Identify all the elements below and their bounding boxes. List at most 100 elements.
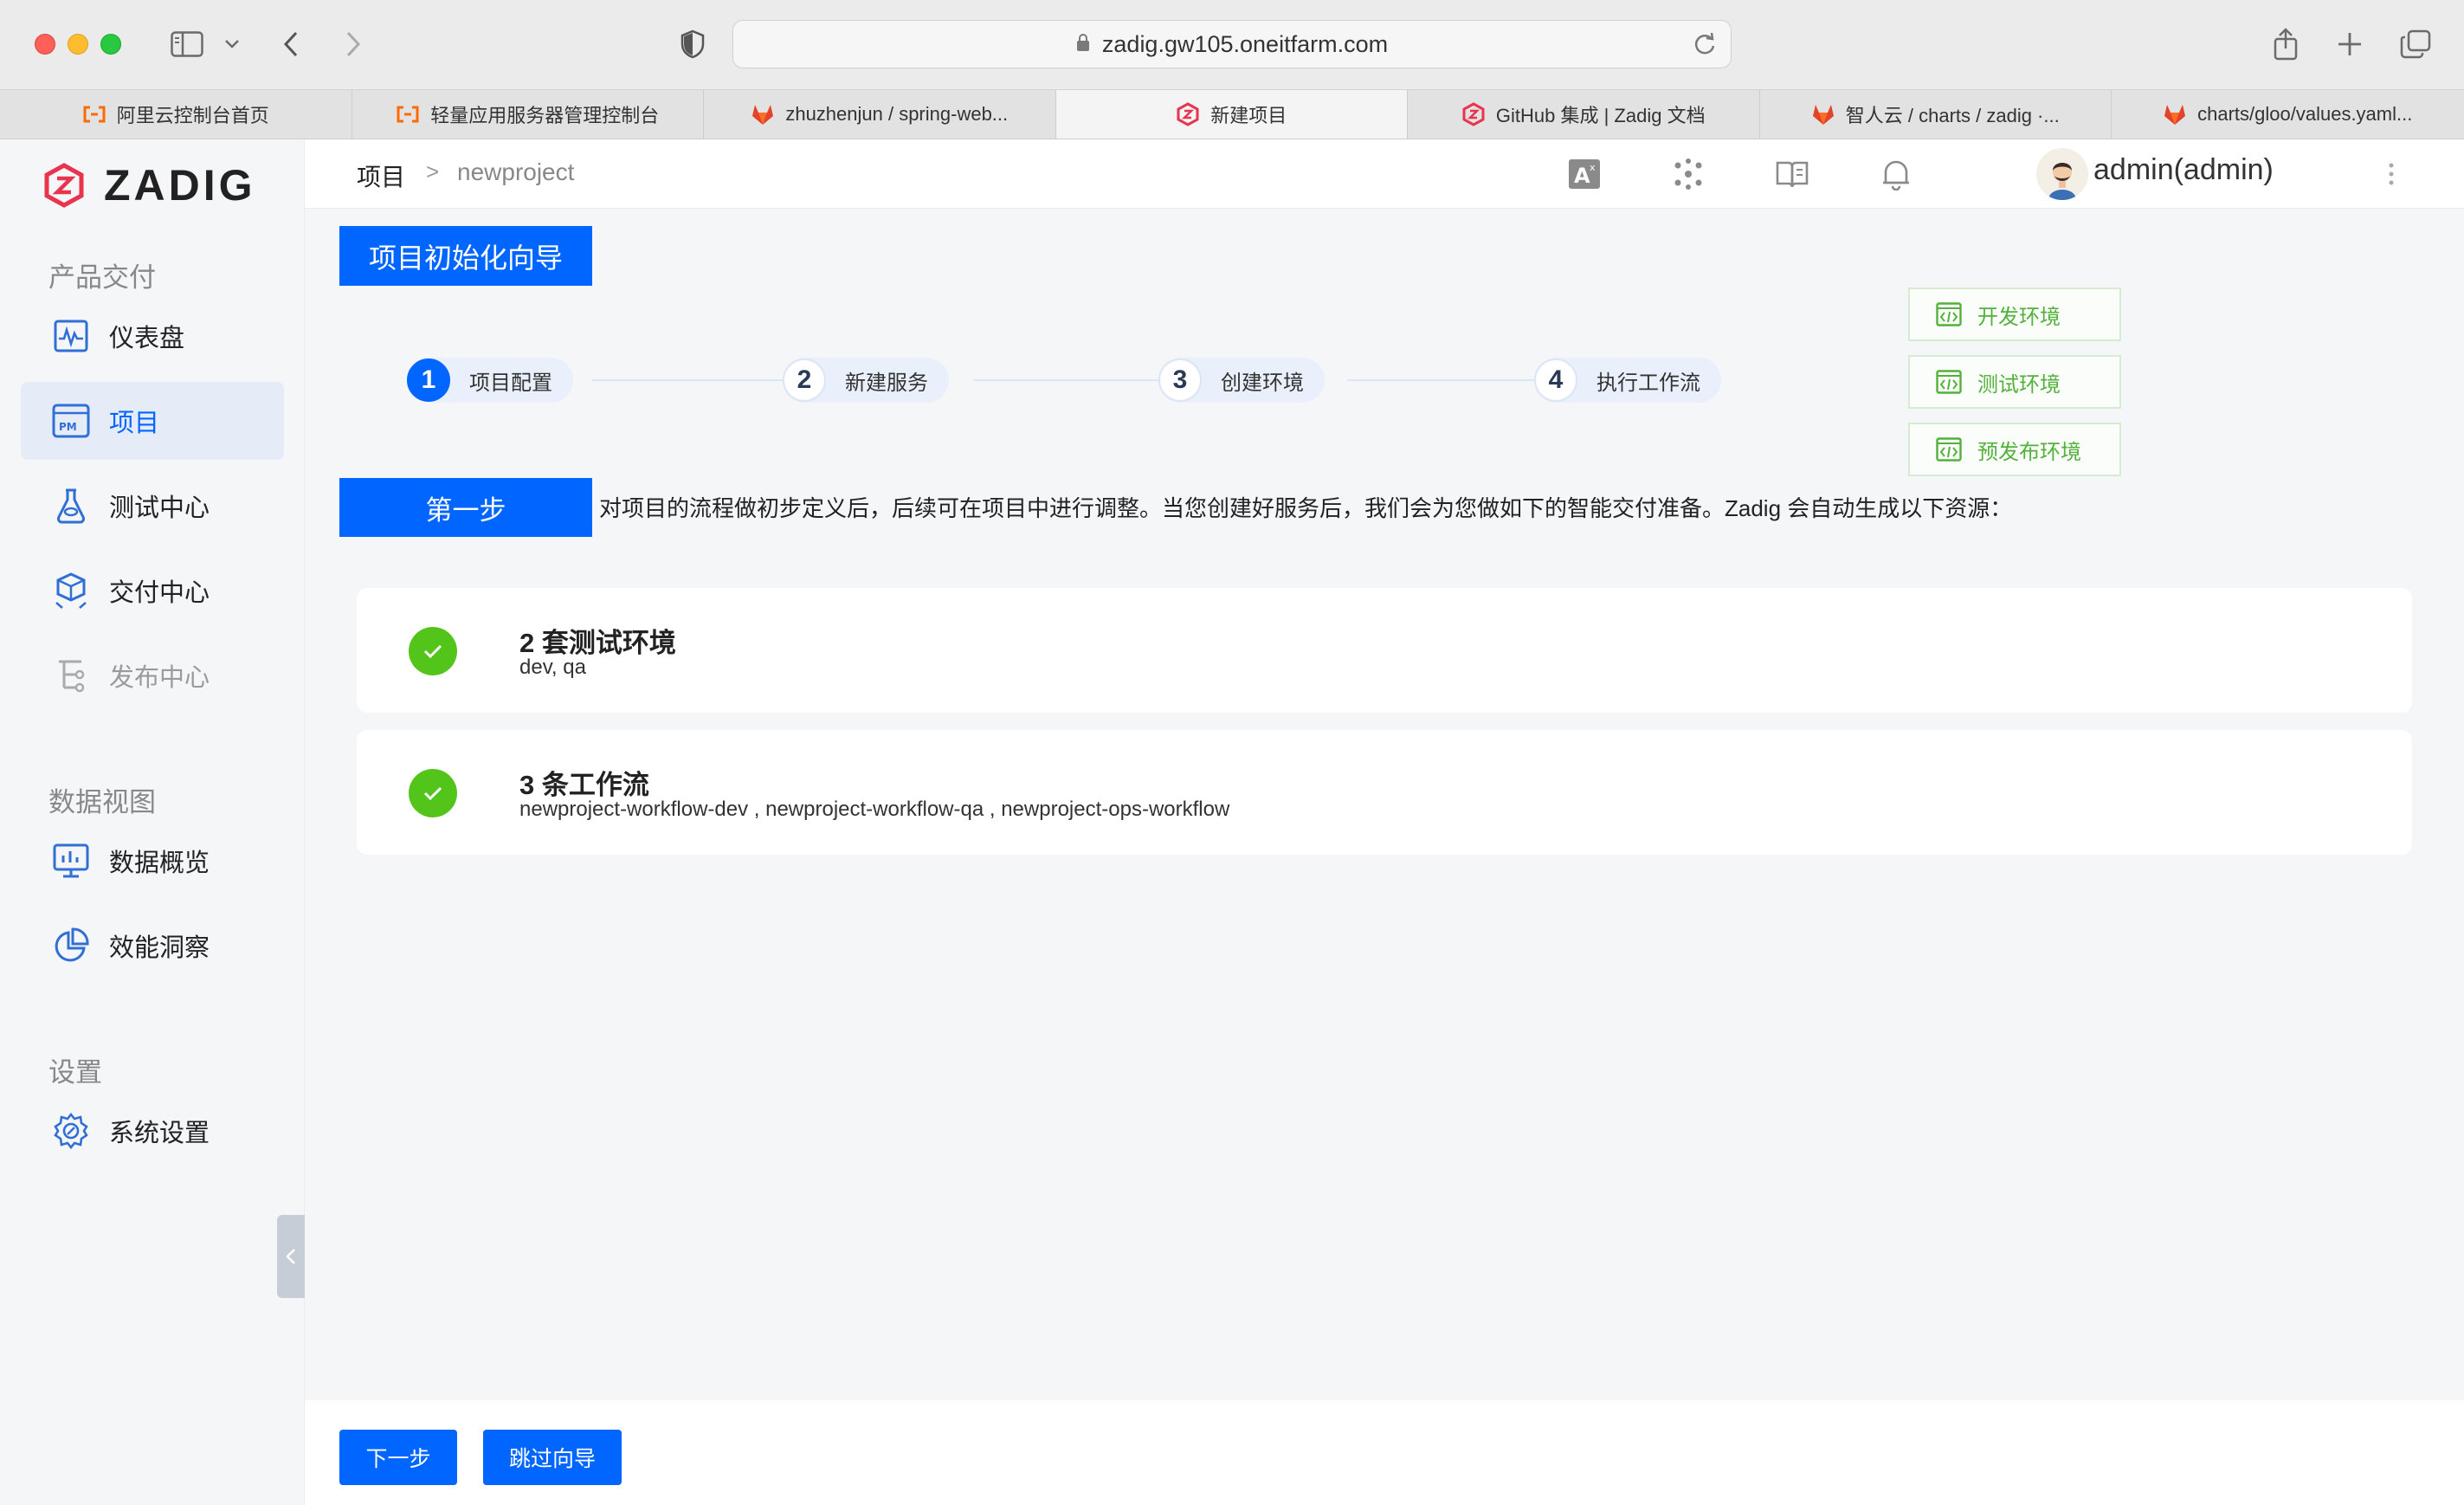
gitlab-icon — [751, 102, 775, 126]
lock-icon — [1076, 31, 1090, 58]
forward-icon[interactable] — [339, 24, 367, 64]
aliyun-icon — [396, 102, 420, 126]
release-tree-icon — [52, 656, 90, 694]
browser-tab[interactable]: 阿里云控制台首页 — [0, 90, 352, 139]
docs-book-icon[interactable] — [1773, 155, 1811, 193]
browser-tab[interactable]: GitHub 集成 | Zadig 文档 — [1408, 90, 1760, 139]
wizard-footer: 下一步 跳过向导 — [305, 1400, 2464, 1505]
browser-tab[interactable]: charts/gloo/values.yaml... — [2112, 90, 2464, 139]
translate-icon[interactable]: Ax — [1565, 155, 1603, 193]
step-description: 对项目的流程做初步定义后，后续可在项目中进行调整。当您创建好服务后，我们会为您做… — [599, 495, 2013, 521]
new-tab-icon[interactable] — [2334, 24, 2365, 64]
step-label: 项目配置 — [469, 371, 552, 395]
project-icon: PM — [52, 402, 90, 440]
sidebar-item-label: 项目 — [109, 410, 160, 437]
address-bar[interactable]: zadig.gw105.oneitfarm.com — [732, 20, 1732, 68]
step-run-workflow[interactable]: 4 执行工作流 — [1534, 358, 1721, 403]
logo-text: ZADIG — [104, 161, 256, 210]
privacy-shield-icon[interactable] — [677, 24, 708, 64]
svg-text:A: A — [1574, 164, 1590, 188]
code-window-icon — [1936, 301, 1962, 327]
env-dev: 开发环境 — [1908, 287, 2121, 341]
flask-icon — [52, 487, 90, 525]
wizard-steps: 1 项目配置 2 新建服务 3 创建环境 4 执行工作流 — [305, 209, 2464, 403]
breadcrumb-separator: > — [426, 158, 440, 184]
user-name[interactable]: admin(admin) — [2093, 153, 2274, 187]
sidebar-item-delivery-center[interactable]: 交付中心 — [21, 552, 284, 630]
zadig-app: ZADIG 产品交付 仪表盘 PM 项目 测试中心 交付中心 发布中心 数据视图… — [0, 139, 2464, 1505]
sidebar-toggle-icon[interactable] — [168, 24, 206, 64]
sidebar-item-release[interactable]: 发布中心 — [21, 636, 284, 714]
card-subtitle: newproject-workflow-dev , newproject-wor… — [519, 798, 1230, 821]
sidebar-collapse-handle[interactable] — [277, 1215, 305, 1298]
zadig-logo[interactable]: ZADIG — [43, 160, 256, 210]
step-number: 3 — [1158, 358, 1202, 402]
minimize-window-button[interactable] — [68, 34, 88, 55]
step-create-env[interactable]: 3 创建环境 — [1158, 358, 1325, 403]
plugins-icon[interactable] — [1669, 155, 1707, 193]
check-circle-icon — [409, 627, 457, 675]
section-label-data: 数据视图 — [48, 787, 156, 817]
browser-titlebar: zadig.gw105.oneitfarm.com — [0, 0, 2464, 90]
tab-label: zhuzhenjun / spring-web... — [785, 103, 1009, 125]
step-connector — [1347, 379, 1538, 381]
tab-label: charts/gloo/values.yaml... — [2197, 103, 2413, 125]
step-label: 创建环境 — [1221, 371, 1304, 395]
avatar[interactable] — [2036, 148, 2088, 200]
tab-overview-icon[interactable] — [2398, 24, 2433, 64]
share-icon[interactable] — [2270, 24, 2301, 64]
browser-tab[interactable]: 智人云 / charts / zadig ·... — [1760, 90, 2112, 139]
env-label: 开发环境 — [1977, 305, 2061, 329]
step-project-config[interactable]: 1 项目配置 — [407, 358, 573, 403]
tab-bar: 阿里云控制台首页 轻量应用服务器管理控制台 zhuzhenjun / sprin… — [0, 90, 2464, 139]
env-label: 测试环境 — [1977, 372, 2061, 397]
gear-icon — [52, 1112, 90, 1150]
step-connector — [973, 379, 1160, 381]
step-number: 1 — [407, 358, 450, 402]
skip-wizard-button[interactable]: 跳过向导 — [483, 1430, 622, 1485]
zoom-window-button[interactable] — [100, 34, 121, 55]
sidebar-item-label: 发布中心 — [109, 664, 210, 692]
sidebar: ZADIG 产品交付 仪表盘 PM 项目 测试中心 交付中心 发布中心 数据视图… — [0, 139, 305, 1505]
env-label: 预发布环境 — [1977, 440, 2081, 464]
tab-label: 智人云 / charts / zadig ·... — [1845, 105, 2060, 126]
sidebar-item-data-overview[interactable]: 数据概览 — [21, 822, 284, 900]
tab-label: 新建项目 — [1210, 105, 1287, 126]
sidebar-item-testing[interactable]: 测试中心 — [21, 467, 284, 545]
resource-card-envs: 2 套测试环境 dev, qa — [357, 588, 2412, 713]
breadcrumb-projects[interactable]: 项目 — [357, 158, 405, 193]
browser-tab[interactable]: 轻量应用服务器管理控制台 — [352, 90, 704, 139]
code-window-icon — [1936, 436, 1962, 462]
chevron-down-icon[interactable] — [222, 24, 242, 64]
card-title: 2 套测试环境 — [519, 628, 676, 658]
browser-tab-active[interactable]: 新建项目 — [1055, 90, 1408, 139]
section-label-settings: 设置 — [48, 1057, 102, 1088]
close-window-button[interactable] — [35, 34, 55, 55]
sidebar-item-insights[interactable]: 效能洞察 — [21, 907, 284, 985]
zadig-logo-icon — [44, 163, 84, 208]
sidebar-item-dashboard[interactable]: 仪表盘 — [21, 297, 284, 375]
bell-icon[interactable] — [1877, 155, 1915, 193]
svg-text:PM: PM — [59, 421, 77, 433]
back-icon[interactable] — [277, 24, 305, 64]
sidebar-item-projects[interactable]: PM 项目 — [21, 382, 284, 460]
sidebar-item-system-settings[interactable]: 系统设置 — [21, 1092, 284, 1170]
step-new-service[interactable]: 2 新建服务 — [783, 358, 949, 403]
tab-label: 阿里云控制台首页 — [116, 105, 269, 126]
aliyun-icon — [82, 102, 106, 126]
env-staging: 预发布环境 — [1908, 423, 2121, 476]
package-icon — [52, 572, 90, 610]
breadcrumb-current: newproject — [457, 158, 575, 185]
browser-tab[interactable]: zhuzhenjun / spring-web... — [704, 90, 1056, 139]
reload-icon[interactable] — [1693, 31, 1717, 63]
more-vertical-icon[interactable] — [2381, 155, 2402, 193]
tab-label: GitHub 集成 | Zadig 文档 — [1495, 105, 1706, 126]
section-label-delivery: 产品交付 — [48, 262, 156, 293]
step-number: 4 — [1534, 358, 1577, 402]
card-subtitle: dev, qa — [519, 656, 586, 679]
sidebar-item-label: 效能洞察 — [109, 934, 210, 962]
next-step-button[interactable]: 下一步 — [339, 1430, 457, 1485]
card-title: 3 条工作流 — [519, 770, 649, 800]
gitlab-icon — [2163, 102, 2187, 126]
pie-chart-icon — [52, 927, 90, 965]
